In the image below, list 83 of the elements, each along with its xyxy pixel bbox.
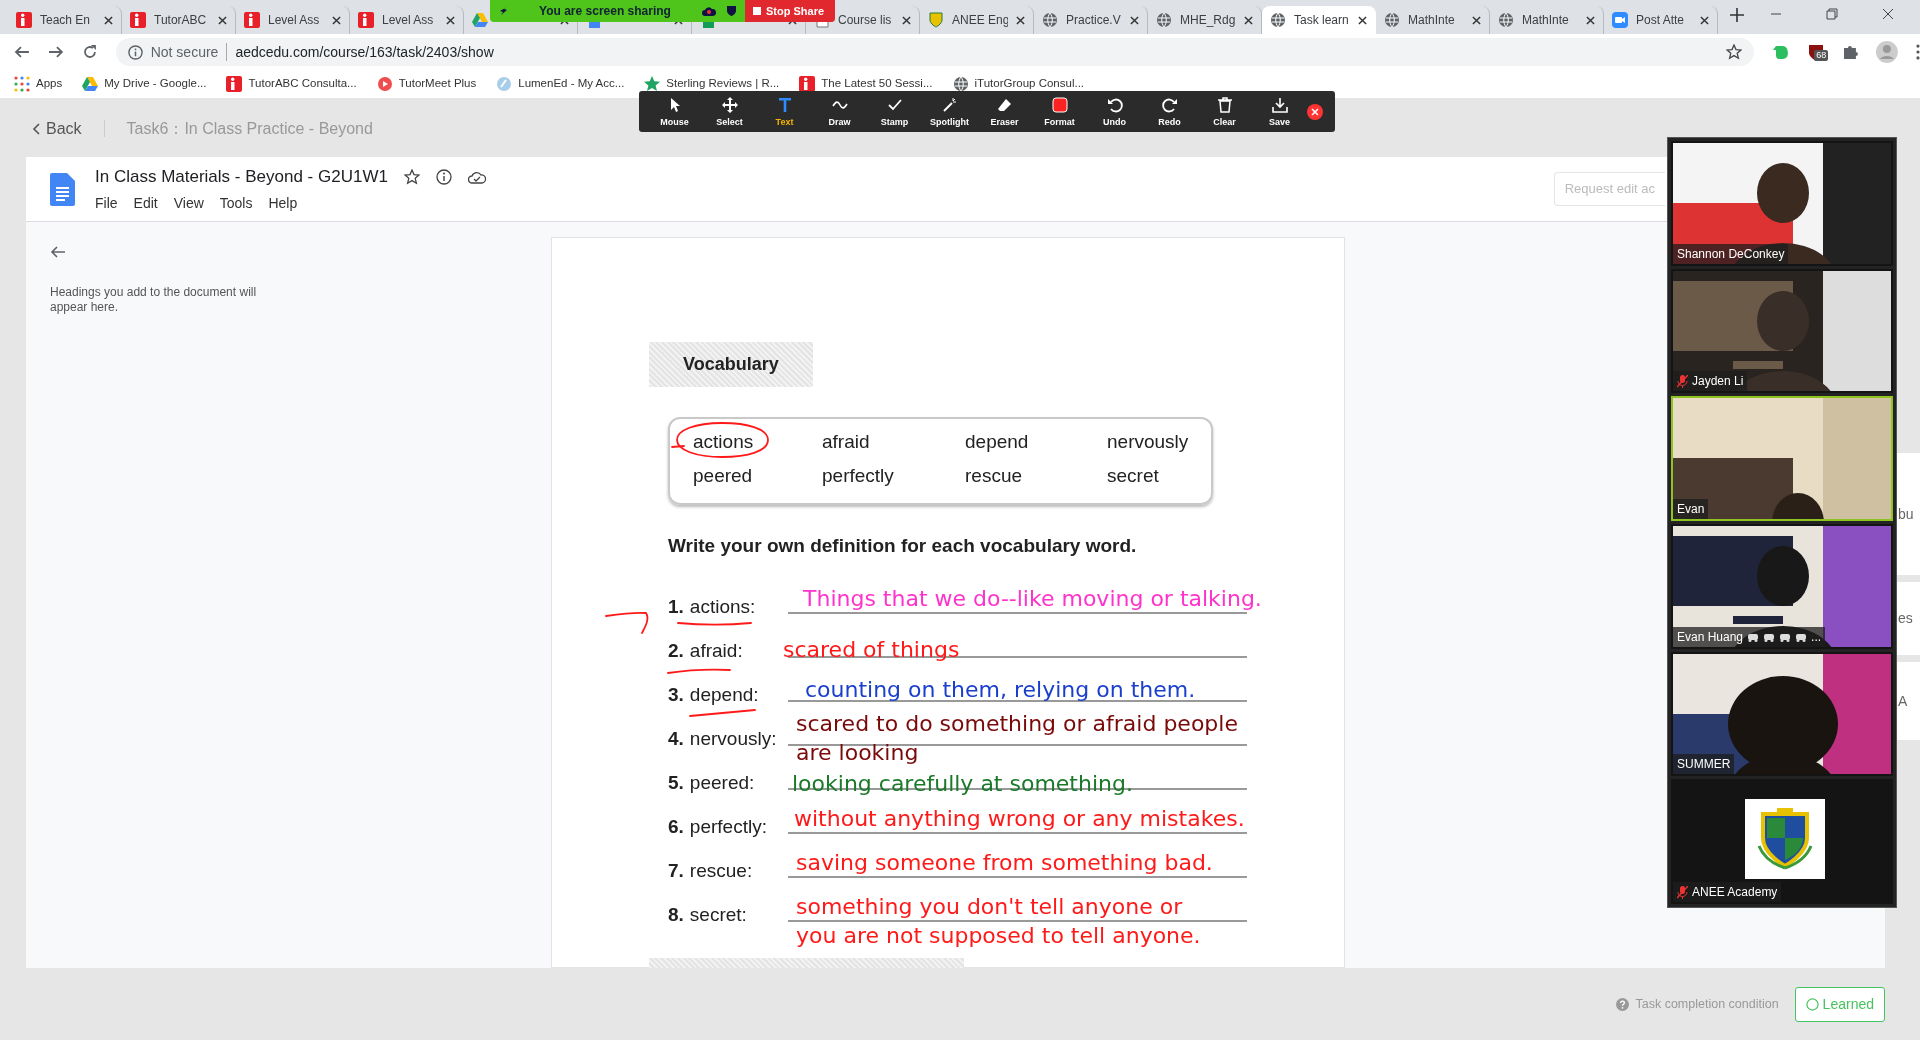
toolbar-button[interactable]: Mouse bbox=[647, 93, 702, 130]
vocabulary-word: perfectly bbox=[822, 465, 895, 487]
handwritten-answer: scared of things bbox=[783, 635, 960, 664]
vocabulary-word: rescue bbox=[965, 465, 1024, 487]
toolbar-button[interactable]: Save bbox=[1252, 93, 1307, 130]
bookmark[interactable]: Apps bbox=[14, 75, 63, 93]
item-number: 1. bbox=[668, 596, 684, 617]
item-word: actions: bbox=[689, 596, 756, 617]
bookmark[interactable]: iTutorGroup Consul... bbox=[952, 75, 1085, 93]
section-heading: Vocabulary bbox=[649, 342, 813, 387]
item-word: depend: bbox=[689, 684, 759, 705]
toolbar-button[interactable]: Format bbox=[1032, 93, 1087, 130]
menu-item[interactable]: Help bbox=[268, 193, 298, 215]
handwritten-answer: without anything wrong or any mistakes. bbox=[794, 804, 1245, 833]
participant-name: SUMMER bbox=[1677, 756, 1731, 774]
item-number: 7. bbox=[668, 860, 684, 881]
bookmark[interactable]: LumenEd - My Acc... bbox=[496, 75, 625, 93]
item-word: peered: bbox=[689, 772, 755, 793]
item-word: nervously: bbox=[689, 728, 777, 749]
extension-badge: 68 bbox=[1814, 50, 1829, 61]
security-label: Not secure bbox=[150, 42, 219, 62]
toolbar-button[interactable]: Stamp bbox=[867, 93, 922, 130]
partial-text: es bbox=[1898, 609, 1913, 628]
vocabulary-word: nervously bbox=[1107, 432, 1190, 453]
vocabulary-word: afraid bbox=[822, 432, 871, 453]
item-word: afraid: bbox=[689, 640, 743, 661]
outline-hint: Headings you add to the document will appear here. bbox=[50, 285, 258, 315]
item-word: perfectly: bbox=[689, 816, 767, 837]
handwritten-answer: you are not supposed to tell anyone. bbox=[796, 921, 1201, 950]
participant-name: Shannon DeConkey bbox=[1677, 245, 1785, 263]
bookmark[interactable]: My Drive - Google... bbox=[82, 75, 207, 93]
item-number: 4. bbox=[668, 728, 684, 749]
bookmark[interactable]: TutorABC Consulta... bbox=[226, 75, 357, 93]
toolbar-button[interactable]: Spotlight bbox=[922, 93, 977, 130]
vocabulary-word: peered bbox=[693, 465, 754, 487]
handwritten-answer: counting on them, relying on them. bbox=[805, 675, 1196, 704]
browser-tab[interactable]: Task learn bbox=[1262, 6, 1376, 34]
stop-share-button[interactable]: Stop Share bbox=[745, 0, 835, 22]
instruction-text: Write your own definition for each vocabulary word. bbox=[668, 534, 1138, 558]
toolbar-button[interactable]: Clear bbox=[1197, 93, 1252, 130]
menu-item[interactable]: File bbox=[95, 193, 118, 215]
toolbar-button[interactable]: Text bbox=[757, 93, 812, 130]
menu-item[interactable]: Tools bbox=[219, 193, 253, 215]
participant-name: ANEE Academy bbox=[1692, 884, 1778, 902]
handwritten-answer: saving someone from something bad. bbox=[796, 848, 1213, 877]
menu-item[interactable]: View bbox=[173, 193, 204, 215]
toolbar-button[interactable]: Undo bbox=[1087, 93, 1142, 130]
item-number: 5. bbox=[668, 772, 684, 793]
document-title: In Class Materials - Beyond - G2U1W1 bbox=[95, 165, 388, 188]
item-number: 8. bbox=[668, 904, 684, 925]
handwritten-answer: are looking bbox=[796, 738, 920, 767]
participant-name: Evan Huang bbox=[1677, 628, 1744, 646]
bookmark[interactable]: Sterling Reviews | R... bbox=[644, 75, 780, 93]
toolbar-button[interactable]: Select bbox=[702, 93, 757, 130]
handwritten-answer: Things that we do--like moving or talking. bbox=[803, 584, 1262, 613]
toolbar-button[interactable]: Draw bbox=[812, 93, 867, 130]
menu-item[interactable]: Edit bbox=[133, 193, 158, 215]
address-bar[interactable]: Not secure aedcedu.com/course/163/task/2403/show bbox=[115, 38, 1755, 66]
url-text: aedcedu.com/course/163/task/2403/show bbox=[235, 42, 495, 62]
partial-text: A bbox=[1898, 691, 1908, 711]
item-number: 6. bbox=[668, 816, 684, 837]
participant-name: Evan bbox=[1677, 501, 1705, 518]
name-ellipsis: ... bbox=[1811, 628, 1822, 646]
back-link[interactable]: Back bbox=[32, 116, 82, 141]
vocabulary-word: actions bbox=[693, 432, 755, 453]
bookmark[interactable]: TutorMeet Plus bbox=[376, 75, 477, 93]
item-word: secret: bbox=[689, 904, 747, 925]
condition-text: Task completion condition bbox=[1635, 995, 1779, 1013]
handwritten-answer: scared to do something or afraid people bbox=[796, 709, 1238, 738]
participant-name: Jayden Li bbox=[1692, 373, 1744, 391]
item-number: 3. bbox=[668, 684, 684, 705]
item-word: rescue: bbox=[689, 860, 753, 881]
bookmark[interactable]: The Latest 50 Sessi... bbox=[799, 75, 933, 93]
toolbar-button[interactable]: Eraser bbox=[977, 93, 1032, 130]
share-status: You are screen sharing bbox=[538, 3, 672, 20]
vocabulary-word: secret bbox=[1107, 465, 1160, 487]
partial-text: bu bbox=[1898, 504, 1914, 524]
toolbar-button[interactable]: Redo bbox=[1142, 93, 1197, 130]
vocabulary-word: depend bbox=[965, 432, 1030, 453]
handwritten-answer: looking carefully at something. bbox=[792, 769, 1133, 798]
item-number: 2. bbox=[668, 640, 684, 661]
handwritten-answer: something you don't tell anyone or bbox=[796, 892, 1184, 921]
task-title: Task6：In Class Practice - Beyond bbox=[126, 118, 373, 139]
